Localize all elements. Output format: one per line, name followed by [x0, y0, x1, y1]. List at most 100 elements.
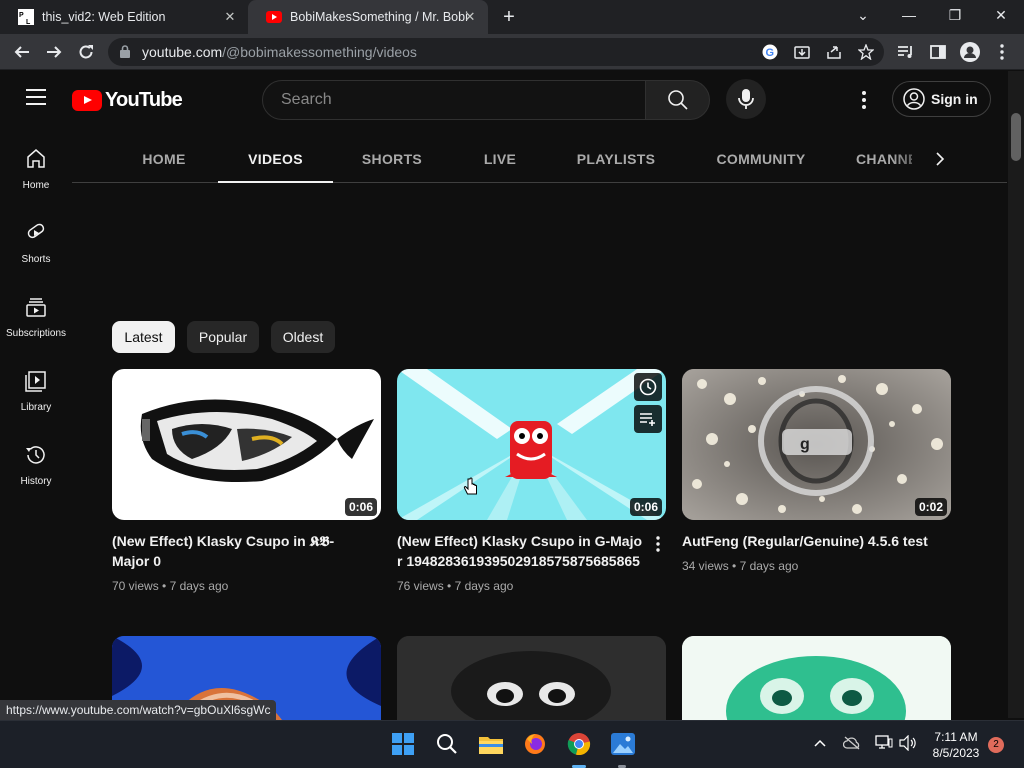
browser-tab-this-vid2[interactable]: PL this_vid2: Web Edition ✕	[0, 0, 248, 34]
thumbnail-image	[140, 399, 374, 483]
chip-popular[interactable]: Popular	[187, 321, 259, 353]
sidenav-item-label: Home	[22, 180, 50, 191]
pl-favicon-icon: PL	[18, 9, 34, 25]
photos-app-icon[interactable]	[609, 730, 637, 758]
watch-later-icon[interactable]	[634, 373, 662, 401]
video-thumbnail[interactable]: 0:06	[397, 369, 666, 520]
library-icon	[25, 371, 46, 392]
address-bar[interactable]: youtube.com/@bobimakessomething/videos G	[108, 38, 884, 66]
sidenav-item-subscriptions[interactable]: Subscriptions	[0, 275, 72, 349]
video-views: 34 views	[682, 559, 729, 573]
video-title[interactable]: AutFeng (Regular/Genuine) 4.5.6 test	[682, 531, 932, 551]
taskbar-clock[interactable]: 7:11 AM 8/5/2023	[924, 729, 988, 761]
profile-icon[interactable]	[958, 40, 982, 64]
network-icon[interactable]	[874, 733, 894, 753]
volume-icon[interactable]	[898, 733, 918, 753]
sidenav-item-label: Subscriptions	[5, 328, 67, 339]
chip-oldest[interactable]: Oldest	[271, 321, 335, 353]
back-button[interactable]	[10, 40, 34, 64]
bookmark-star-icon[interactable]	[856, 42, 876, 62]
thumbnail-image	[397, 636, 666, 720]
svg-text:G: G	[766, 47, 775, 59]
chrome-menu-icon[interactable]	[990, 40, 1014, 64]
tab-search-icon[interactable]: ⌄	[840, 0, 886, 34]
sidenav-item-shorts[interactable]: Shorts	[0, 201, 72, 275]
hand-cursor-icon	[463, 477, 477, 495]
video-thumbnail[interactable]	[397, 636, 666, 720]
thumbnail-image	[682, 636, 951, 720]
new-tab-button[interactable]: +	[498, 6, 520, 28]
browser-tab-bobimakessomething[interactable]: BobiMakesSomething / Mr. Bobi ✕	[248, 0, 488, 34]
voice-search-button[interactable]	[726, 79, 766, 119]
video-title[interactable]: (New Effect) Klasky Csupo in 𝕶𝕭-Major 0	[112, 531, 362, 571]
tab-live[interactable]: LIVE	[468, 137, 532, 183]
close-tab-icon[interactable]: ✕	[462, 9, 478, 25]
video-duration: 0:06	[344, 498, 377, 516]
sign-in-button[interactable]: Sign in	[892, 81, 991, 117]
url-text: youtube.com/@bobimakessomething/videos	[142, 44, 417, 60]
minimize-button[interactable]: —	[886, 0, 932, 34]
tab-videos[interactable]: VIDEOS	[218, 137, 333, 183]
video-thumbnail[interactable]	[682, 636, 951, 720]
browser-toolbar: youtube.com/@bobimakessomething/videos G	[0, 34, 1024, 70]
notification-badge[interactable]: 2	[988, 737, 1004, 753]
sidenav-item-home[interactable]: Home	[0, 127, 72, 201]
youtube-favicon-icon	[266, 9, 282, 25]
windows-taskbar: 7:11 AM 8/5/2023 2	[0, 720, 1024, 768]
youtube-logo[interactable]: YouTube	[72, 89, 183, 112]
taskbar-search-icon[interactable]	[433, 730, 461, 758]
sidenav-item-library[interactable]: Library	[0, 349, 72, 423]
guide-menu-icon[interactable]	[26, 89, 46, 105]
channel-tabs: HOME VIDEOS SHORTS LIVE PLAYLISTS COMMUN…	[72, 137, 1007, 183]
google-icon[interactable]: G	[760, 42, 780, 62]
onedrive-offline-icon[interactable]	[842, 733, 862, 753]
tab-shorts[interactable]: SHORTS	[350, 137, 434, 183]
browser-tab-strip: PL this_vid2: Web Edition ✕ BobiMakesSom…	[0, 0, 1024, 34]
firefox-icon[interactable]	[521, 730, 549, 758]
sidenav-item-history[interactable]: History	[0, 423, 72, 497]
close-tab-icon[interactable]: ✕	[222, 9, 238, 25]
tab-playlists[interactable]: PLAYLISTS	[564, 137, 668, 183]
svg-text:P: P	[19, 12, 24, 19]
show-hidden-icons-chevron-icon[interactable]	[810, 733, 830, 753]
video-action-menu-icon[interactable]	[650, 534, 666, 554]
close-window-button[interactable]: ✕	[978, 0, 1024, 34]
tab-home[interactable]: HOME	[128, 137, 200, 183]
search-button[interactable]	[645, 80, 710, 120]
windows-start-icon[interactable]	[389, 730, 417, 758]
video-thumbnail[interactable]: g 0:02	[682, 369, 951, 520]
media-controls-icon[interactable]	[894, 40, 918, 64]
clock-time: 7:11 AM	[934, 730, 978, 744]
page-scrollbar-thumb[interactable]	[1011, 113, 1021, 161]
add-to-queue-icon[interactable]	[634, 405, 662, 433]
file-explorer-icon[interactable]	[477, 730, 505, 758]
install-app-icon[interactable]	[792, 42, 812, 62]
reload-button[interactable]	[74, 40, 98, 64]
forward-button[interactable]	[42, 40, 66, 64]
video-thumbnail[interactable]: 0:06	[112, 369, 381, 520]
side-panel-icon[interactable]	[926, 40, 950, 64]
restore-button[interactable]: ❐	[932, 0, 978, 34]
tab-fade-overlay	[892, 137, 932, 182]
video-views: 76 views	[397, 579, 444, 593]
share-icon[interactable]	[824, 42, 844, 62]
chrome-icon[interactable]	[565, 730, 593, 758]
chevron-right-icon[interactable]	[930, 149, 950, 169]
tab-title: this_vid2: Web Edition	[42, 10, 166, 24]
tab-community[interactable]: COMMUNITY	[704, 137, 818, 183]
search-input[interactable]	[279, 90, 639, 110]
youtube-play-logo-icon	[72, 90, 102, 111]
meta-separator: •	[162, 579, 167, 593]
url-path: /@bobimakessomething/videos	[222, 44, 417, 60]
url-host: youtube.com	[142, 44, 223, 60]
lock-icon[interactable]	[120, 45, 130, 63]
video-title[interactable]: (New Effect) Klasky Csupo in G-Major 194…	[397, 531, 643, 571]
video-meta: 70 views • 7 days ago	[112, 579, 228, 593]
chip-latest[interactable]: Latest	[112, 321, 175, 353]
meta-separator: •	[447, 579, 452, 593]
thumbnail-image	[397, 369, 666, 520]
page-scrollbar-track[interactable]	[1008, 71, 1024, 718]
video-age: 7 days ago	[169, 579, 229, 593]
svg-text:L: L	[26, 19, 31, 25]
settings-more-icon[interactable]	[852, 88, 876, 112]
